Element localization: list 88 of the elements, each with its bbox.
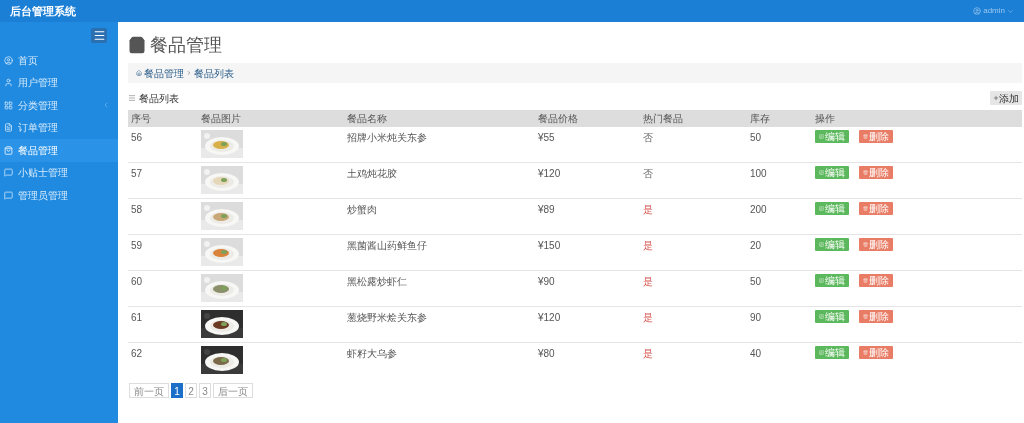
column-header: 库存	[750, 113, 770, 124]
edit-button[interactable]: 编辑	[815, 274, 849, 287]
grid-icon	[4, 100, 13, 110]
delete-button[interactable]: 删除	[859, 274, 893, 287]
table-cell: 57	[131, 168, 143, 179]
table-cell: 50	[750, 276, 762, 287]
column-header: 餐品价格	[538, 113, 578, 124]
edit-button[interactable]: 编辑	[815, 310, 849, 323]
table-cell: 40	[750, 348, 762, 359]
page-button[interactable]: 3	[199, 383, 211, 398]
hot-status: 否	[643, 132, 653, 143]
table-cell: 50	[750, 132, 762, 143]
table-cell: 葱烧野米烩关东参	[347, 312, 427, 323]
sidebar-item[interactable]: 用户管理	[0, 71, 118, 94]
table-cell: 虾籽大乌参	[347, 348, 397, 359]
chat-icon	[4, 168, 13, 178]
breadcrumb-current: 餐品列表	[194, 66, 234, 81]
table-cell: 59	[131, 240, 143, 251]
edit-button[interactable]: 编辑	[815, 202, 849, 215]
table-cell: 100	[750, 168, 767, 179]
caret-icon	[1007, 7, 1014, 15]
user-icon	[4, 78, 13, 88]
table-cell: 58	[131, 204, 143, 215]
table-cell: 土鸡炖花胶	[347, 168, 397, 179]
menu-icon	[92, 29, 106, 42]
column-header: 序号	[131, 113, 151, 124]
table-cell: ¥120	[538, 312, 561, 323]
table-cell: ¥80	[538, 348, 555, 359]
table-cell: ¥120	[538, 168, 561, 179]
chat-icon	[4, 190, 13, 200]
table-cell: 招牌小米炖关东参	[347, 132, 427, 143]
table-cell: ¥150	[538, 240, 561, 251]
table-cell: 56	[131, 132, 143, 143]
hot-status: 是	[643, 348, 653, 359]
sidebar-item[interactable]: 首页	[0, 49, 118, 72]
next-page-button[interactable]: 后一页	[213, 383, 253, 398]
page-button[interactable]: 1	[171, 383, 183, 398]
sidebar-item[interactable]: 订单管理	[0, 116, 118, 139]
column-header: 餐品名称	[347, 113, 387, 124]
section-title: 餐品列表	[139, 91, 179, 106]
hot-status: 是	[643, 276, 653, 287]
edit-button[interactable]: 编辑	[815, 130, 849, 143]
table-cell: ¥90	[538, 276, 555, 287]
table-cell: 炒蟹肉	[347, 204, 377, 215]
document-icon	[4, 123, 13, 133]
delete-button[interactable]: 删除	[859, 166, 893, 179]
hot-status: 是	[643, 204, 653, 215]
add-button[interactable]: 添加	[990, 91, 1022, 105]
sidebar-item[interactable]: 餐品管理	[0, 139, 118, 162]
page-button[interactable]: 2	[185, 383, 197, 398]
column-header: 操作	[815, 113, 835, 124]
page-title: 餐品管理	[150, 33, 222, 57]
edit-button[interactable]: 编辑	[815, 166, 849, 179]
table-cell: ¥55	[538, 132, 555, 143]
delete-button[interactable]: 删除	[859, 346, 893, 359]
hot-status: 否	[643, 168, 653, 179]
user-circle-icon	[4, 55, 13, 65]
app-title: 后台管理系统	[10, 3, 76, 19]
sidebar-item[interactable]: 小贴士管理	[0, 161, 118, 184]
table-cell: 62	[131, 348, 143, 359]
edit-button[interactable]: 编辑	[815, 346, 849, 359]
table-cell: 20	[750, 240, 762, 251]
chevron-icon	[186, 70, 192, 76]
user-icon	[973, 7, 982, 15]
hot-status: 是	[643, 312, 653, 323]
table-cell: ¥89	[538, 204, 555, 215]
sidebar-item[interactable]: 分类管理	[0, 94, 118, 117]
user-menu[interactable]: admin	[973, 5, 1014, 17]
table-cell: 黑松露炒虾仁	[347, 276, 407, 287]
edit-button[interactable]: 编辑	[815, 238, 849, 251]
table-cell: 60	[131, 276, 143, 287]
breadcrumb-link[interactable]: 餐品管理	[144, 65, 184, 81]
table-cell: 200	[750, 204, 767, 215]
prev-page-button[interactable]: 前一页	[129, 383, 169, 398]
column-header: 热门餐品	[643, 113, 683, 124]
column-header: 餐品图片	[201, 113, 241, 124]
table-cell: 黑菌酱山药鲜鱼仔	[347, 240, 427, 251]
home-icon	[136, 70, 142, 76]
delete-button[interactable]: 删除	[859, 310, 893, 323]
table-cell: 61	[131, 312, 143, 323]
table-cell: 90	[750, 312, 762, 323]
list-icon	[128, 94, 136, 102]
delete-button[interactable]: 删除	[859, 130, 893, 143]
delete-button[interactable]: 删除	[859, 202, 893, 215]
delete-button[interactable]: 删除	[859, 238, 893, 251]
hot-status: 是	[643, 240, 653, 251]
sidebar-item[interactable]: 管理员管理	[0, 184, 118, 207]
menu-button[interactable]	[91, 28, 107, 43]
